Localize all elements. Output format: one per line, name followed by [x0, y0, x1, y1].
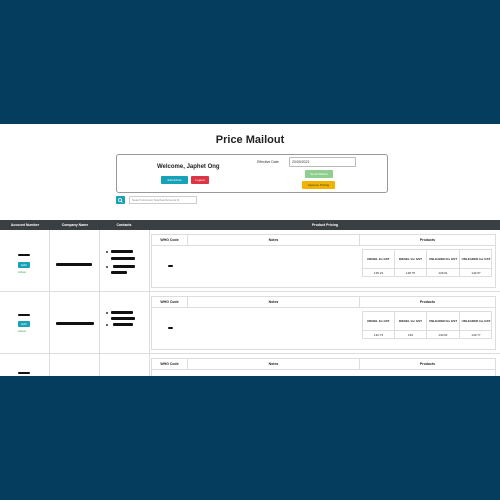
header-product-pricing: Product Pricing: [311, 223, 339, 227]
pricing-table: WHG Code Notes Products DIESEL Ex GST DI…: [151, 296, 496, 350]
table-row: Edit Active WHG Code Notes Products DIES…: [0, 230, 500, 292]
redacted-whg-code: [168, 327, 173, 329]
effective-date-input[interactable]: 20/09/2021: [289, 157, 356, 167]
redacted-account-number: [18, 314, 30, 316]
page-title: Price Mailout: [215, 134, 285, 146]
search-icon: [118, 197, 123, 203]
unleaded-ex-gst: 130.61: [427, 330, 460, 339]
redacted-account-number: [18, 254, 30, 256]
redacted-contact: [113, 265, 135, 268]
app-window: Price Mailout Welcome, Japhet Ong Add Ad…: [0, 124, 500, 376]
table-row: WHG Code Notes Products: [0, 354, 500, 376]
pricing-table: WHG Code Notes Products: [151, 358, 496, 376]
header-account-number: Account Number: [10, 223, 40, 227]
product-prices: DIESEL Ex GST DIESEL Inc GST UNLEADED Ex…: [362, 311, 492, 339]
whg-code-header: WHG Code: [152, 235, 188, 245]
products-header: Products: [419, 238, 436, 242]
redacted-contact: [111, 317, 135, 320]
header-company-name: Company Name: [61, 223, 89, 227]
contact-bullet: [106, 324, 108, 326]
notes-header: Notes: [188, 359, 360, 369]
diesel-inc-gst: 148.75: [395, 268, 427, 277]
whg-code-header: WHG Code: [152, 297, 188, 307]
diesel-ex-gst: 132.73: [363, 330, 395, 339]
diesel-ex-gst: 135.23: [363, 268, 395, 277]
unleaded-inc-gst: 143.77: [460, 330, 492, 339]
diesel-inc-gst: 146: [395, 330, 427, 339]
redacted-company-name: [56, 263, 92, 266]
edit-button[interactable]: Edit: [18, 262, 30, 268]
redacted-contact: [111, 271, 127, 274]
product-prices: DIESEL Ex GST DIESEL Inc GST UNLEADED Ex…: [362, 249, 492, 277]
contact-bullet: [106, 312, 108, 314]
notes-header: Notes: [188, 297, 360, 307]
admin-panel: Welcome, Japhet Ong Add Admin Logout Eff…: [116, 154, 388, 193]
products-header: Products: [419, 362, 436, 366]
approve-pricing-button[interactable]: Approve Pricing: [302, 181, 335, 189]
logout-button[interactable]: Logout: [191, 176, 209, 184]
send-mailout-button[interactable]: Send Mailout: [305, 170, 333, 178]
search-input[interactable]: Search Account Number/Account N: [129, 196, 197, 204]
redacted-contact: [111, 311, 133, 314]
search-button[interactable]: [116, 196, 125, 204]
redacted-contact: [111, 250, 133, 253]
header-contacts: Contacts: [116, 223, 132, 227]
add-admin-button[interactable]: Add Admin: [161, 176, 188, 184]
welcome-text: Welcome, Japhet Ong: [157, 164, 220, 170]
edit-button[interactable]: Edit: [18, 321, 30, 327]
status-badge: Active: [18, 270, 27, 274]
redacted-whg-code: [168, 265, 173, 267]
unleaded-ex-gst: 129.61: [427, 268, 460, 277]
notes-header: Notes: [188, 235, 360, 245]
redacted-account-number: [18, 372, 30, 374]
effective-date-label: Effective Date: [257, 160, 279, 164]
unleaded-inc-gst: 142.57: [460, 268, 492, 277]
products-header: Products: [419, 300, 436, 304]
contact-bullet: [106, 266, 108, 268]
redacted-contact: [111, 257, 135, 260]
table-header: Account Number Company Name Contacts Pro…: [0, 220, 500, 230]
contact-bullet: [106, 251, 108, 253]
pricing-table: WHG Code Notes Products DIESEL Ex GST DI…: [151, 234, 496, 288]
whg-code-header: WHG Code: [152, 359, 188, 369]
table-row: Edit Active WHG Code Notes Products DIES…: [0, 292, 500, 354]
status-badge: Active: [18, 329, 27, 333]
redacted-contact: [113, 323, 133, 326]
redacted-company-name: [56, 322, 94, 325]
